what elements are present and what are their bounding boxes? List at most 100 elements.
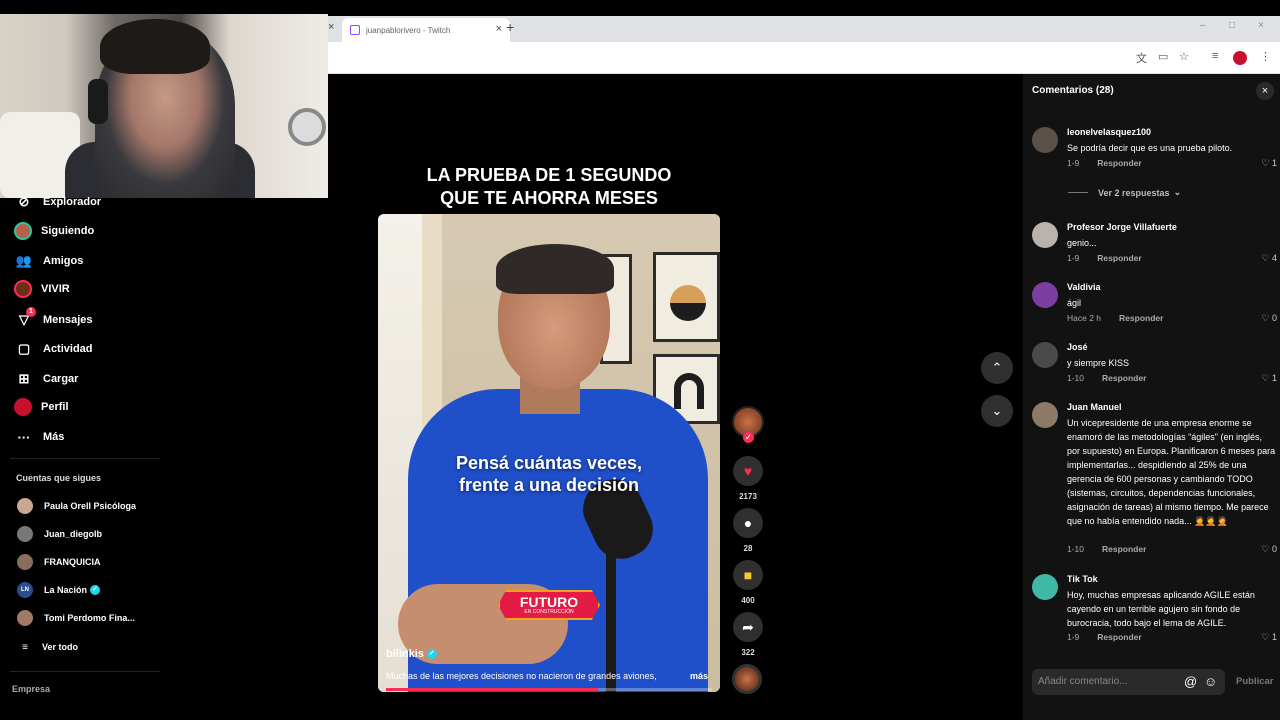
- translate-icon[interactable]: ⽂: [1136, 50, 1147, 66]
- comment-like-button[interactable]: ♡ 0: [1261, 544, 1277, 555]
- comment-meta: Hace 2 h Responder: [1067, 313, 1163, 323]
- nav-perfil[interactable]: Perfil: [14, 398, 69, 416]
- star-icon[interactable]: ☆: [1179, 50, 1189, 63]
- comment-user[interactable]: leonelvelasquez100: [1067, 127, 1151, 137]
- comment-user[interactable]: Valdivia: [1067, 282, 1101, 292]
- music-disc[interactable]: [732, 664, 762, 694]
- follow-plus-icon[interactable]: ✓: [743, 432, 754, 443]
- avatar[interactable]: [1032, 282, 1058, 308]
- following-title: Cuentas que sigues: [16, 473, 102, 483]
- profile-icon[interactable]: [1233, 51, 1247, 65]
- nav-actividad[interactable]: ▢ Actividad: [14, 339, 93, 359]
- comment-like-button[interactable]: ♡ 1: [1261, 158, 1277, 169]
- nav-cargar[interactable]: ⊞ Cargar: [14, 369, 79, 389]
- headline-line: LA PRUEBA DE 1 SEGUNDO: [426, 165, 672, 185]
- like-count: 1: [1271, 158, 1277, 168]
- avatar[interactable]: [1032, 222, 1058, 248]
- comment-like-button[interactable]: ♡ 0: [1261, 313, 1277, 324]
- comment-user[interactable]: Juan Manuel: [1067, 402, 1122, 412]
- cast-icon[interactable]: ▭: [1158, 50, 1168, 63]
- following-item[interactable]: Paula Orell Psicóloga: [17, 498, 136, 514]
- reply-button[interactable]: Responder: [1097, 158, 1141, 168]
- comment-text: ágil: [1067, 298, 1082, 308]
- avatar[interactable]: [1032, 574, 1058, 600]
- author-name: bilinkis: [386, 648, 424, 660]
- nav-mas[interactable]: ··· Más: [14, 427, 65, 447]
- following-item[interactable]: LN La Nación ✓: [17, 582, 101, 598]
- avatar[interactable]: [1032, 342, 1058, 368]
- list-icon: ≡: [22, 641, 28, 653]
- video-person-hair: [496, 244, 614, 294]
- video-player[interactable]: Pensá cuántas veces, frente a una decisi…: [378, 214, 720, 692]
- new-tab-button[interactable]: +: [506, 19, 514, 35]
- comment-button[interactable]: ● 28: [731, 508, 765, 553]
- subtitle-line: Pensá cuántas veces,: [455, 453, 643, 473]
- avatar[interactable]: [1032, 402, 1058, 428]
- publish-button[interactable]: Publicar: [1236, 676, 1274, 687]
- comment-date: Hace 2 h: [1067, 313, 1102, 323]
- like-button[interactable]: ♥ 2173: [731, 456, 765, 501]
- nav-vivir[interactable]: VIVIR: [14, 280, 70, 298]
- more-link[interactable]: más: [690, 671, 708, 681]
- comment-user[interactable]: Tik Tok: [1067, 574, 1098, 584]
- tab-twitch[interactable]: juanpablorivero - Twitch ×: [342, 18, 510, 42]
- reading-list-icon[interactable]: ≡: [1212, 50, 1218, 62]
- prev-tab-close-icon[interactable]: ×: [328, 21, 334, 33]
- mention-icon[interactable]: @: [1184, 669, 1197, 695]
- close-window-button[interactable]: ×: [1258, 20, 1264, 31]
- save-button[interactable]: ■ 400: [731, 560, 765, 605]
- prev-video-button[interactable]: ⌃: [981, 352, 1013, 384]
- frame-art: [674, 373, 704, 409]
- close-icon[interactable]: ×: [1256, 82, 1274, 100]
- headline-line: QUE TE AHORRA MESES: [440, 188, 658, 208]
- next-video-button[interactable]: ⌄: [981, 395, 1013, 427]
- reply-button[interactable]: Responder: [1102, 373, 1146, 383]
- company-title[interactable]: Empresa: [12, 684, 50, 694]
- progress-fill: [386, 688, 598, 691]
- minimize-button[interactable]: –: [1200, 20, 1206, 31]
- view-replies-button[interactable]: Ver 2 respuestas ⌄: [1068, 187, 1181, 198]
- badge-main: FUTURO: [519, 593, 579, 610]
- share-button[interactable]: ➦ 322: [731, 612, 765, 657]
- nav-mensajes[interactable]: ▽ 1 Mensajes: [14, 307, 93, 330]
- nav-amigos[interactable]: 👥 Amigos: [14, 251, 83, 271]
- verified-icon: ✓: [426, 649, 437, 659]
- chevron-down-icon: ⌄: [991, 403, 1003, 418]
- avatar: [17, 554, 33, 570]
- nav-explorador[interactable]: ⊘ Explorador: [14, 192, 102, 212]
- reply-button[interactable]: Responder: [1097, 632, 1141, 642]
- badge-sub: EN CONSTRUCCIÓN: [524, 608, 574, 615]
- comment-date: 1-9: [1067, 253, 1080, 263]
- comment-like-button[interactable]: ♡ 4: [1261, 253, 1277, 264]
- emoji-icon[interactable]: ☺: [1204, 669, 1217, 695]
- verified-icon: ✓: [90, 585, 101, 595]
- following-item[interactable]: Tomi Perdomo Fina...: [17, 610, 135, 626]
- comment-user[interactable]: José: [1067, 342, 1088, 352]
- following-item[interactable]: FRANQUICIA: [17, 554, 101, 570]
- comment-like-button[interactable]: ♡ 1: [1261, 632, 1277, 643]
- tab-close-icon[interactable]: ×: [496, 23, 502, 35]
- video-subtitle: Pensá cuántas veces, frente a una decisi…: [378, 452, 720, 496]
- reply-button[interactable]: Responder: [1119, 313, 1163, 323]
- following-item[interactable]: Juan_diegolb: [17, 526, 102, 542]
- nav-siguiendo[interactable]: Siguiendo: [14, 222, 94, 240]
- webcam-clock: [288, 108, 326, 146]
- reply-button[interactable]: Responder: [1102, 544, 1146, 554]
- avatar: [17, 526, 33, 542]
- avatar[interactable]: [1032, 127, 1058, 153]
- see-all-link[interactable]: ≡ Ver todo: [17, 637, 78, 657]
- video-progress[interactable]: [386, 688, 712, 691]
- tab-title: juanpablorivero - Twitch: [366, 25, 451, 35]
- kebab-icon[interactable]: ⋮: [1260, 50, 1271, 63]
- like-count: 0: [1271, 313, 1277, 323]
- subtitle-line: frente a una decisión: [458, 475, 640, 495]
- like-count: 1: [1271, 632, 1277, 642]
- video-author[interactable]: bilinkis ✓: [386, 648, 437, 660]
- comment-like-button[interactable]: ♡ 1: [1261, 373, 1277, 384]
- avatar: [17, 498, 33, 514]
- maximize-button[interactable]: □: [1229, 20, 1235, 31]
- comment-user[interactable]: Profesor Jorge Villafuerte: [1067, 222, 1177, 232]
- comment-input[interactable]: Añadir comentario... @ ☺: [1032, 669, 1225, 695]
- reply-button[interactable]: Responder: [1097, 253, 1141, 263]
- comment-meta: 1-9 Responder: [1067, 253, 1142, 263]
